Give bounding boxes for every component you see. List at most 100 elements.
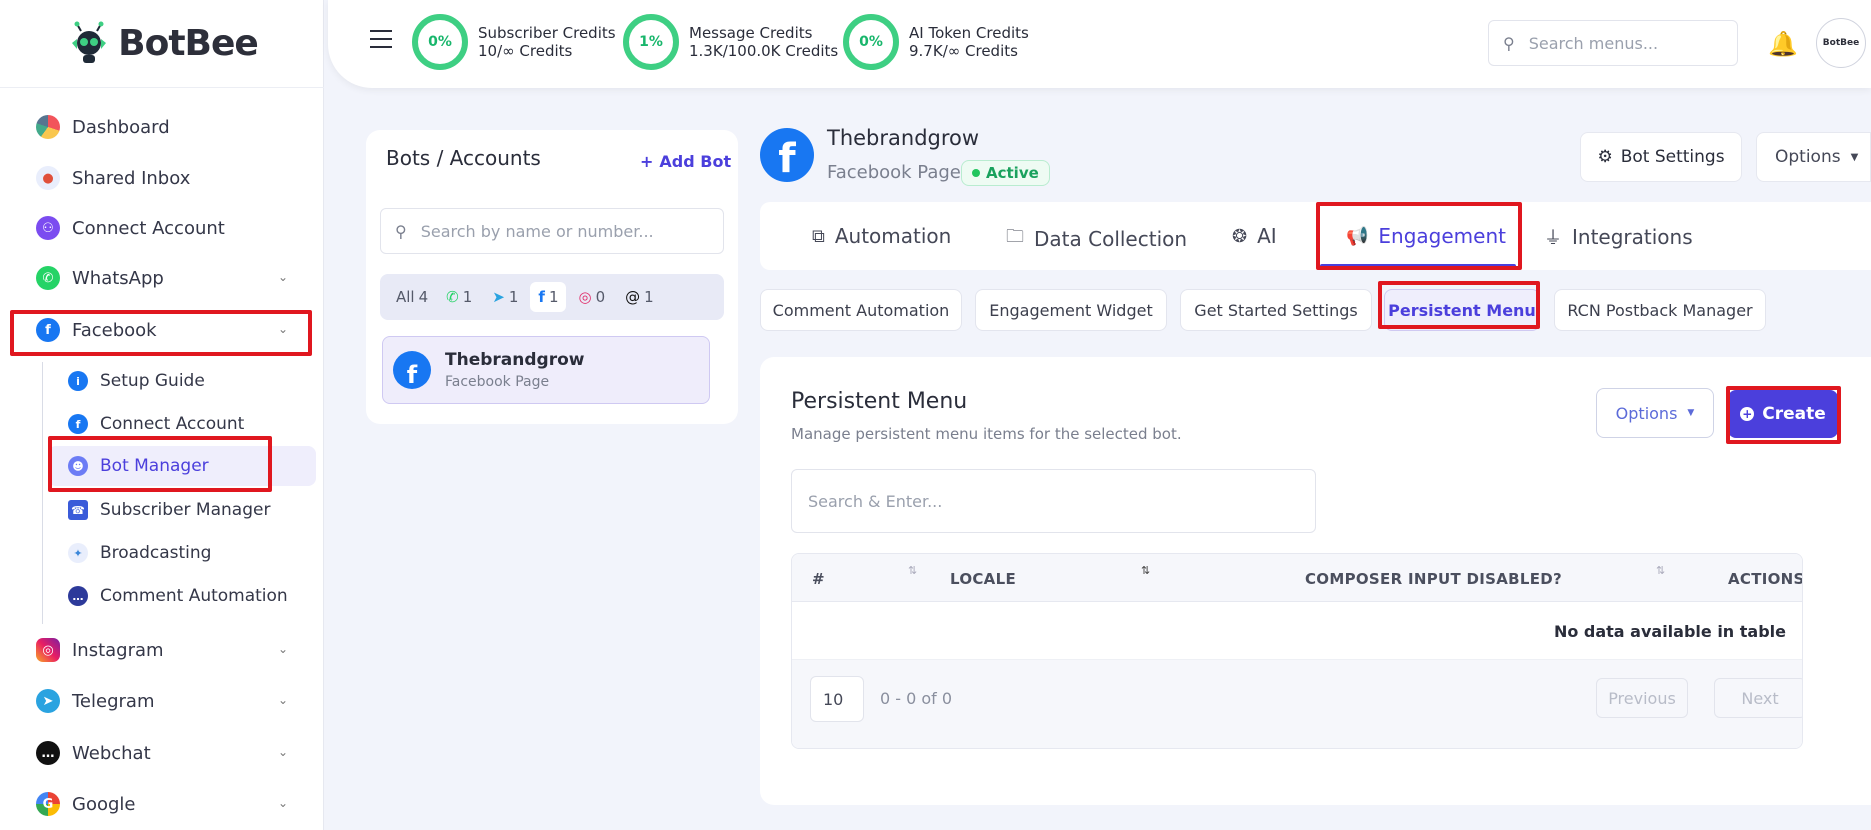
sidebar-subitem-setup-guide[interactable]: i Setup Guide: [48, 361, 316, 401]
sidebar-item-label: Telegram: [72, 690, 155, 712]
filter-label: All: [396, 288, 415, 306]
brand-logo[interactable]: BotBee: [0, 0, 324, 88]
facebook-page-avatar: f: [760, 128, 814, 182]
subtab-label: Comment Automation: [772, 300, 950, 320]
comment-icon: …: [68, 586, 88, 606]
tab-integrations[interactable]: ⏚ Integrations: [1544, 224, 1693, 250]
column-header-actions: ACTIONS: [1728, 570, 1803, 588]
sidebar-subitem-label: Setup Guide: [100, 371, 205, 391]
chevron-down-icon: ⌄: [277, 796, 288, 810]
sidebar: BotBee Dashboard ● Shared Inbox ⚇ Connec…: [0, 0, 324, 830]
plus-icon: +: [640, 152, 654, 171]
sidebar-subitem-bot-manager[interactable]: ☻ Bot Manager: [48, 446, 316, 486]
search-icon: ⚲: [1503, 33, 1515, 53]
table-search-input[interactable]: Search & Enter...: [791, 469, 1316, 533]
search-placeholder: Search menus...: [1528, 33, 1659, 53]
sidebar-subitem-broadcasting[interactable]: ✦ Broadcasting: [48, 533, 316, 573]
sidebar-subitem-label: Broadcasting: [100, 543, 212, 563]
bot-search-input[interactable]: ⚲ Search by name or number...: [380, 208, 724, 254]
tab-ai[interactable]: ❂ AI: [1232, 224, 1277, 248]
sidebar-item-connect-account[interactable]: ⚇ Connect Account: [10, 206, 310, 250]
bot-list-item[interactable]: f Thebrandgrow Facebook Page: [382, 336, 710, 404]
previous-page-button[interactable]: Previous: [1596, 678, 1688, 718]
instagram-icon: ◎: [578, 288, 592, 306]
column-header-index[interactable]: #: [812, 570, 825, 588]
subtab-persistent-menu[interactable]: Persistent Menu: [1384, 289, 1540, 331]
sort-icon[interactable]: ⇅: [908, 564, 917, 577]
status-text: Active: [986, 164, 1039, 182]
bot-settings-button[interactable]: ⚙ Bot Settings: [1580, 132, 1742, 182]
filter-instagram[interactable]: ◎ 0: [570, 288, 613, 306]
sidebar-item-facebook[interactable]: f Facebook ⌄: [10, 308, 310, 352]
sidebar-item-shared-inbox[interactable]: ● Shared Inbox: [10, 156, 310, 200]
sidebar-subitem-label: Subscriber Manager: [100, 500, 271, 520]
subtab-rcn-postback-manager[interactable]: RCN Postback Manager: [1554, 289, 1766, 331]
page-size-select[interactable]: 10: [810, 676, 864, 722]
tab-data-collection[interactable]: 🗀 Data Collection: [1006, 224, 1187, 254]
bot-options-dropdown[interactable]: Options ▼: [1756, 132, 1871, 182]
subtab-engagement-widget[interactable]: Engagement Widget: [975, 289, 1167, 331]
bot-header-name: Thebrandgrow: [827, 126, 980, 150]
filter-all[interactable]: All 4: [390, 288, 434, 306]
bot-options-label: Options: [1775, 147, 1841, 167]
sidebar-item-whatsapp[interactable]: ✆ WhatsApp ⌄: [10, 256, 310, 300]
caret-down-icon: ▼: [1687, 408, 1695, 418]
persistent-menu-panel: Persistent Menu Manage persistent menu i…: [760, 357, 1871, 805]
credit-value: 1.3K/100.0K Credits: [689, 42, 839, 60]
brand-name: BotBee: [118, 23, 259, 64]
whatsapp-icon: ✆: [36, 266, 60, 290]
credit-ai-token: 0% AI Token Credits 9.7K/∞ Credits: [843, 14, 1029, 70]
sidebar-item-dashboard[interactable]: Dashboard: [10, 105, 310, 149]
tab-label: Integrations: [1572, 225, 1693, 249]
sidebar-item-label: Instagram: [72, 639, 164, 661]
sidebar-item-label: Google: [72, 793, 136, 815]
robot-icon: ☻: [68, 456, 88, 476]
plus-circle-icon: +: [1740, 407, 1755, 421]
credit-progress-ring: 0%: [412, 14, 468, 70]
sidebar-item-label: Shared Inbox: [72, 167, 191, 189]
credit-value: 9.7K/∞ Credits: [909, 42, 1018, 60]
caret-down-icon: ▼: [1850, 151, 1859, 163]
create-button[interactable]: + Create: [1728, 390, 1838, 438]
status-dot-icon: [972, 169, 980, 177]
filter-telegram[interactable]: ➤ 1: [484, 288, 526, 306]
sidebar-item-telegram[interactable]: ➤ Telegram ⌄: [10, 679, 310, 723]
hamburger-menu-icon[interactable]: [370, 30, 392, 50]
sort-icon[interactable]: ⇅: [1656, 564, 1665, 577]
sidebar-subitem-subscriber-manager[interactable]: ☎ Subscriber Manager: [48, 490, 316, 530]
filter-threads[interactable]: @1: [617, 288, 662, 306]
connect-account-icon: ⚇: [36, 216, 60, 240]
empty-table-row: No data available in table: [792, 602, 1802, 660]
bot-header-type: Facebook Page: [827, 162, 961, 183]
filter-whatsapp[interactable]: ✆ 1: [438, 288, 480, 306]
panel-options-dropdown[interactable]: Options ▼: [1596, 388, 1714, 438]
sidebar-item-instagram[interactable]: ◎ Instagram ⌄: [10, 628, 310, 672]
subtab-comment-automation[interactable]: Comment Automation: [760, 289, 962, 331]
sidebar-item-webchat[interactable]: … Webchat ⌄: [10, 731, 310, 775]
notification-bell-icon[interactable]: 🔔: [1768, 30, 1798, 58]
column-header-composer-input-disabled[interactable]: COMPOSER INPUT DISABLED?: [1305, 570, 1562, 588]
credit-title: Message Credits: [689, 24, 813, 42]
sidebar-subitem-comment-automation[interactable]: … Comment Automation: [48, 576, 316, 616]
sort-icon[interactable]: ⇅: [1141, 564, 1150, 577]
sidebar-item-google[interactable]: G Google ⌄: [10, 782, 310, 826]
subtab-label: Engagement Widget: [989, 300, 1153, 320]
filter-facebook[interactable]: f1: [530, 282, 567, 312]
next-page-button[interactable]: Next: [1714, 678, 1802, 718]
filter-count: 1: [462, 288, 473, 306]
user-avatar[interactable]: BotBee: [1816, 18, 1866, 68]
subtab-get-started-settings[interactable]: Get Started Settings: [1180, 289, 1372, 331]
tab-engagement[interactable]: 📢 Engagement: [1346, 224, 1506, 248]
tab-label: Data Collection: [1034, 227, 1188, 251]
sidebar-subitem-connect-account[interactable]: f Connect Account: [48, 404, 316, 444]
column-header-locale[interactable]: LOCALE: [950, 570, 1016, 588]
tab-automation[interactable]: ⧉ Automation: [812, 224, 951, 248]
subscriber-manager-icon: ☎: [68, 500, 88, 520]
filter-count: 1: [508, 288, 519, 306]
bot-search-placeholder: Search by name or number...: [420, 221, 654, 241]
menu-search-input[interactable]: ⚲ Search menus...: [1488, 20, 1738, 66]
table-footer: 10 0 - 0 of 0 Previous Next: [792, 660, 1802, 748]
add-bot-button[interactable]: + Add Bot: [640, 152, 731, 171]
sidebar-subitem-label: Bot Manager: [100, 456, 209, 476]
brain-icon: ❂: [1232, 225, 1248, 247]
